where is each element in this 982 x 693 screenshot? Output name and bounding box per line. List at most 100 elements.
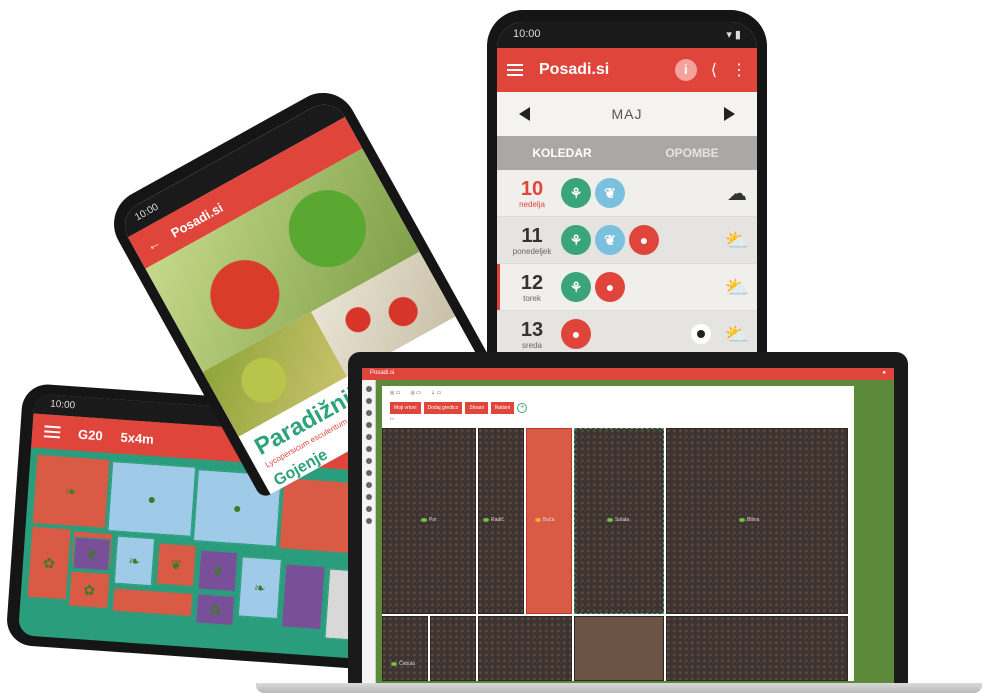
month-nav: MAJ <box>497 92 757 136</box>
tool-icon[interactable] <box>365 482 372 488</box>
plant-icon <box>391 662 397 666</box>
info-icon[interactable]: i <box>674 59 697 81</box>
leaf-icon: ❦ <box>595 225 625 255</box>
tool-icon[interactable] <box>365 398 372 404</box>
garden-bed[interactable]: ✿ <box>26 525 72 601</box>
tool-icon[interactable] <box>365 470 372 476</box>
day-date: 11 ponedeljek <box>503 225 561 256</box>
garden-bed[interactable] <box>111 587 194 618</box>
day-row[interactable]: 13 sreda ● ⛅ <box>497 311 757 355</box>
task-icons: ● <box>561 319 691 349</box>
laptop: Posadi.si ● ◎ ▭ ◎ ▭ ⇣ ▭ Moji vrtovi Doda… <box>348 352 908 685</box>
day-date: 13 sreda <box>503 319 561 350</box>
garden-bed[interactable]: ● <box>107 461 197 537</box>
menu-icon[interactable] <box>507 64 523 76</box>
tab-bar: KOLEDAR OPOMBE <box>497 136 757 170</box>
plant-icon <box>739 518 745 522</box>
garden-bed[interactable]: ❦ <box>72 536 111 572</box>
garden-bed[interactable]: ❦ <box>155 542 197 588</box>
prev-month-icon[interactable] <box>519 107 530 121</box>
garden-bed[interactable]: ✿ <box>195 593 236 626</box>
tool-icon[interactable] <box>365 410 372 416</box>
tool-icon[interactable] <box>365 386 372 392</box>
tool-icon[interactable] <box>365 422 372 428</box>
month-label: MAJ <box>611 106 643 122</box>
apple-icon: ● <box>629 225 659 255</box>
tool-icon[interactable]: ◎ ▭ <box>410 390 420 396</box>
day-number: 12 <box>520 271 544 294</box>
day-number: 11 <box>521 224 543 247</box>
garden-bed[interactable]: ✿ <box>68 570 111 610</box>
day-weekday: nedelja <box>519 199 545 209</box>
plant-icon <box>607 518 613 522</box>
menu-icon[interactable] <box>43 425 61 439</box>
task-icons: ⚘ ❦ ● <box>561 225 717 255</box>
tool-icon[interactable] <box>365 458 372 464</box>
tool-icon[interactable] <box>365 434 372 440</box>
laptop-base <box>256 683 982 693</box>
day-row[interactable]: 10 nedelja ⚘ ❦ ☁ <box>497 170 757 217</box>
sun-cloud-icon: ⛅ <box>724 323 750 346</box>
tab-notes[interactable]: OPOMBE <box>627 136 757 170</box>
toolbar-button[interactable]: Natisni <box>490 402 515 414</box>
tool-icon[interactable] <box>365 494 372 500</box>
day-weekday: ponedeljek <box>512 246 552 256</box>
garden-plot[interactable] <box>478 616 572 681</box>
day-weekday: sreda <box>521 340 542 350</box>
planner-toolbar: ◎ ▭ ◎ ▭ ⇣ ▭ <box>382 386 854 400</box>
plant-icon <box>483 518 489 522</box>
planner-panel: ◎ ▭ ◎ ▭ ⇣ ▭ Moji vrtovi Dodaj gredico Sh… <box>382 386 854 681</box>
toolbar-button[interactable]: Shrani <box>465 402 488 414</box>
garden-plot[interactable] <box>574 616 664 681</box>
garden-plot[interactable] <box>430 616 476 681</box>
apple-icon: ● <box>561 319 591 349</box>
account-icon[interactable]: ● <box>882 370 886 378</box>
moon-phase-icon <box>691 324 711 344</box>
garden-bed[interactable]: ❧ <box>31 453 111 529</box>
garden-plot[interactable] <box>666 616 848 681</box>
add-icon[interactable]: + <box>517 403 528 413</box>
plot-label: Por <box>429 517 437 523</box>
garden-plot[interactable]: Čebula <box>382 616 428 681</box>
plant-icon: ⚘ <box>561 272 591 302</box>
cloud-icon: ☁ <box>727 182 747 205</box>
task-icons: ⚘ ● <box>561 272 717 302</box>
garden-bed[interactable]: ❧ <box>237 556 282 620</box>
toolbar-button[interactable]: Moji vrtovi <box>390 402 421 414</box>
garden-plot[interactable]: Blitva <box>666 428 848 614</box>
tool-icon[interactable] <box>365 518 372 524</box>
garden-plot[interactable]: Solata <box>574 428 664 614</box>
battery-icon: ▾ ▮ <box>726 29 741 41</box>
toolbar-button[interactable]: Dodaj gredico <box>423 402 463 414</box>
tool-icon[interactable]: ◎ ▭ <box>390 390 400 396</box>
day-number: 13 <box>520 318 544 341</box>
back-arrow-icon[interactable]: ← <box>143 233 163 254</box>
app-title: Posadi.si <box>539 61 610 78</box>
bed-size: 5x4m <box>120 429 155 447</box>
day-row[interactable]: 12 torek ⚘ ● ⛅ <box>497 264 757 311</box>
day-number: 10 <box>520 177 544 200</box>
plot-label: Blitva <box>747 517 760 523</box>
plant-icon: ⚘ <box>561 178 591 208</box>
garden-plot[interactable]: Radič <box>478 428 524 614</box>
share-icon[interactable]: ⟨ <box>711 60 717 80</box>
more-vert-icon[interactable]: ⋮ <box>731 60 747 80</box>
web-app-title: Posadi.si <box>370 370 395 376</box>
laptop-screen: Posadi.si ● ◎ ▭ ◎ ▭ ⇣ ▭ Moji vrtovi Doda… <box>362 368 894 685</box>
tool-icon[interactable]: ⇣ ▭ <box>431 390 441 396</box>
plot-label: Buča <box>543 517 555 523</box>
day-date: 10 nedelja <box>503 178 561 209</box>
day-row[interactable]: 11 ponedeljek ⚘ ❦ ● ⛅ <box>497 217 757 264</box>
tool-sidebar <box>362 380 376 685</box>
garden-bed[interactable]: ❧ <box>113 535 156 587</box>
tool-icon[interactable] <box>365 506 372 512</box>
day-date: 12 torek <box>503 272 561 303</box>
garden-bed[interactable] <box>281 563 326 631</box>
planner-buttons: Moji vrtovi Dodaj gredico Shrani Natisni… <box>382 400 854 416</box>
garden-plot[interactable]: Por <box>382 428 476 614</box>
tool-icon[interactable] <box>365 446 372 452</box>
tab-calendar[interactable]: KOLEDAR <box>497 136 627 170</box>
next-month-icon[interactable] <box>724 107 735 121</box>
garden-plot-selected[interactable]: Buča <box>526 428 572 614</box>
garden-bed[interactable]: ❦ <box>197 549 239 593</box>
